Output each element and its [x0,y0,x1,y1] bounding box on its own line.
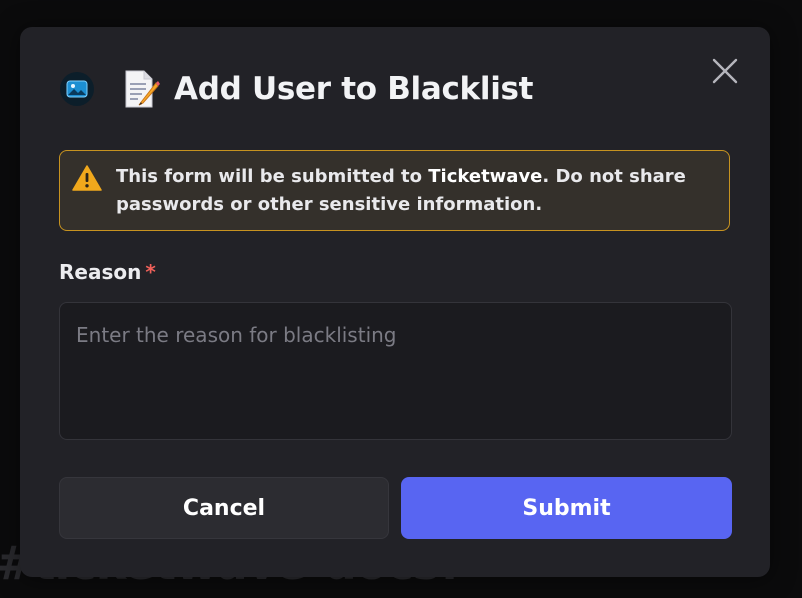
reason-label-row: Reason * [59,260,156,284]
memo-icon [122,69,160,109]
modal-title: Add User to Blacklist [174,71,534,107]
blacklist-modal: Add User to Blacklist This form will be … [20,27,770,577]
required-marker: * [145,260,156,284]
warning-icon [72,165,102,191]
reason-input[interactable] [59,302,732,440]
app-avatar [60,72,94,106]
cancel-button[interactable]: Cancel [59,477,389,539]
warning-text: This form will be submitted to Ticketwav… [116,163,716,219]
warning-banner: This form will be submitted to Ticketwav… [59,150,730,231]
image-icon [66,80,88,98]
warning-text-before: This form will be submitted to [116,166,429,187]
submit-button[interactable]: Submit [401,477,732,539]
warning-app-name: Ticketwave [428,166,543,187]
close-icon [712,58,738,84]
close-button[interactable] [711,57,739,85]
reason-label: Reason [59,260,142,284]
modal-header: Add User to Blacklist [60,65,534,113]
